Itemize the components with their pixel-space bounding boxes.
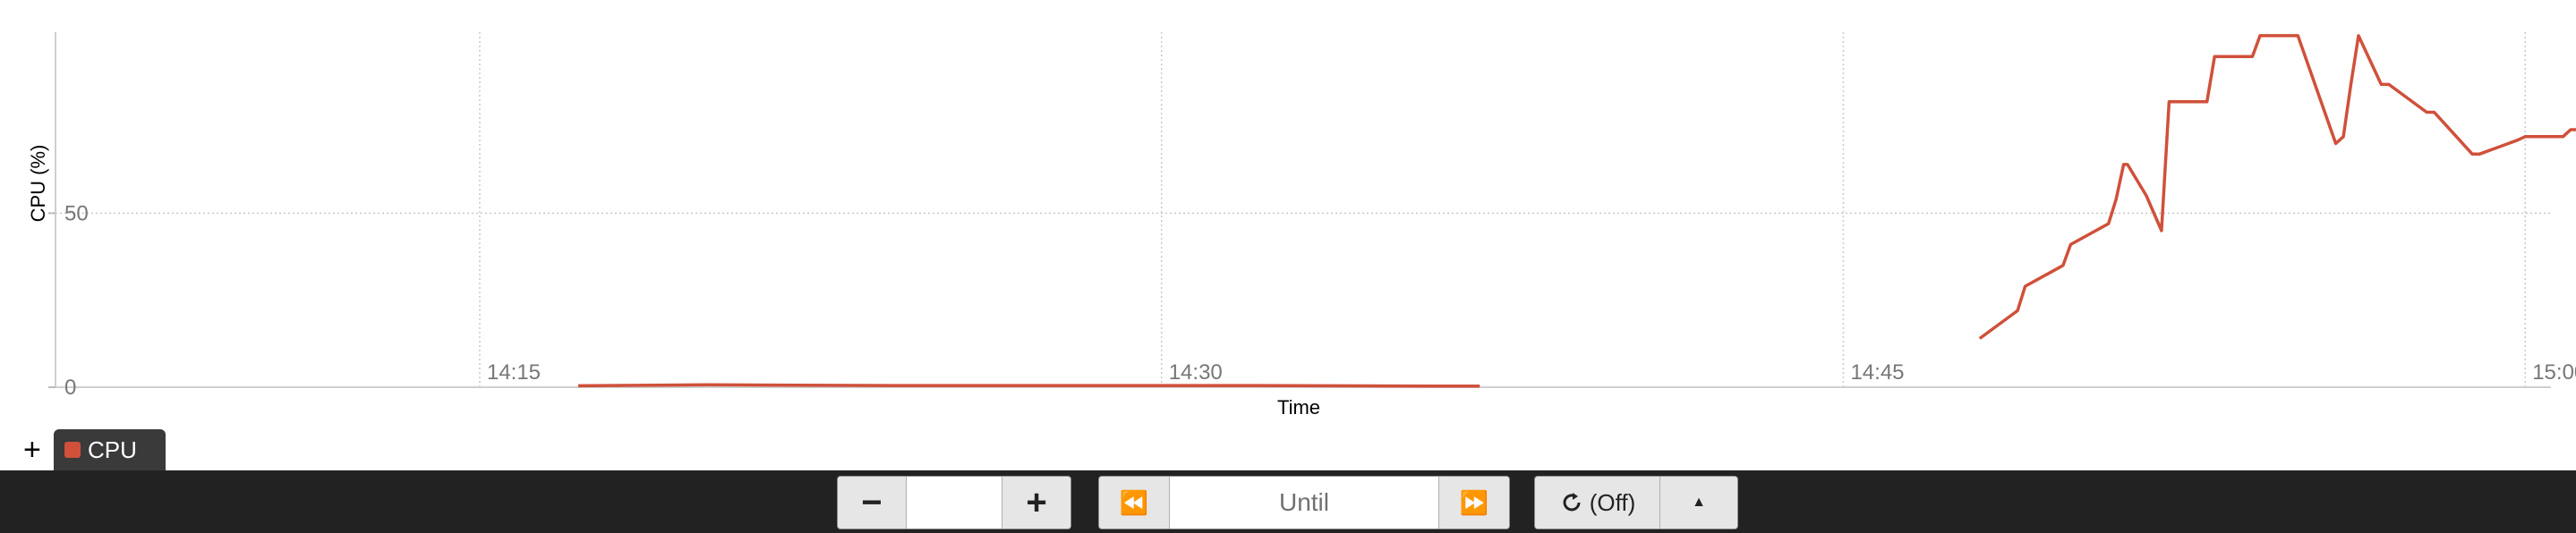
until-input[interactable]: Until	[1169, 477, 1439, 529]
zoom-out-button[interactable]: −	[838, 477, 906, 529]
tab-label: CPU	[88, 436, 137, 463]
add-tab-button[interactable]: +	[23, 435, 41, 465]
y-tick-label: 50	[64, 201, 89, 225]
refresh-interval-label: (Off)	[1589, 488, 1636, 516]
x-tick-label: 14:45	[1850, 360, 1904, 385]
x-tick-label: 14:30	[1169, 360, 1223, 385]
refresh-group: (Off) ▲	[1534, 476, 1738, 529]
tab-cpu[interactable]: CPU	[54, 429, 166, 470]
rewind-icon[interactable]: ⏪	[1099, 477, 1169, 529]
cpu-series-line	[577, 383, 1480, 388]
x-tick-label: 14:15	[487, 360, 541, 385]
control-bar: − + ⏪ Until ⏩ (Off) ▲	[0, 470, 2576, 533]
x-axis-title: Time	[1277, 396, 1320, 419]
chart-tabs: + CPU	[0, 420, 2576, 470]
x-tick-label: 15:00	[2532, 360, 2576, 385]
series-color-swatch	[64, 442, 81, 458]
refresh-icon	[1563, 493, 1581, 512]
cpu-chart: 14:15 14:30 14:45 15:00 0 50 Time CPU (%)	[27, 32, 2576, 419]
zoom-range-input[interactable]	[906, 477, 1002, 529]
y-tick-label: 0	[64, 376, 76, 400]
cpu-series-line	[1978, 34, 2576, 340]
refresh-button[interactable]: (Off)	[1535, 477, 1660, 529]
fast-forward-icon[interactable]: ⏩	[1439, 477, 1509, 529]
zoom-in-button[interactable]: +	[1002, 477, 1070, 529]
zoom-group: − +	[837, 476, 1071, 529]
time-nav-group: ⏪ Until ⏩	[1098, 476, 1510, 529]
y-axis-title: CPU (%)	[27, 145, 49, 223]
refresh-dropdown-icon[interactable]: ▲	[1660, 477, 1737, 529]
